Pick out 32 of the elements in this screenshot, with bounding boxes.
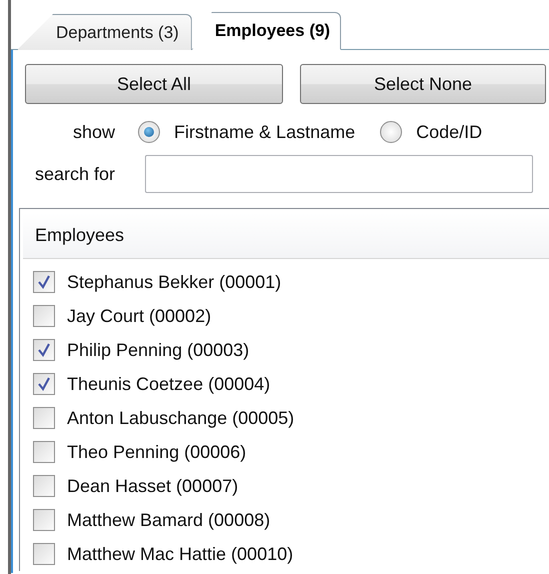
radio-label[interactable]: Firstname & Lastname <box>174 122 356 142</box>
checkbox[interactable] <box>33 509 55 531</box>
tick-icon <box>37 343 51 357</box>
radio-button[interactable] <box>138 121 160 143</box>
checkbox[interactable] <box>33 441 55 463</box>
tick-icon <box>37 377 51 391</box>
employee-label: Theunis Coetzee (00004) <box>67 374 270 394</box>
tick-icon <box>37 275 51 289</box>
checkbox[interactable] <box>33 407 55 429</box>
search-label: search for <box>34 164 116 184</box>
employee-label: Philip Penning (00003) <box>67 340 250 360</box>
employee-label: Stephanus Bekker (00001) <box>67 272 282 292</box>
employee-label: Matthew Bamard (00008) <box>67 510 270 530</box>
checkbox[interactable] <box>33 271 55 293</box>
checkbox[interactable] <box>33 373 55 395</box>
checkbox[interactable] <box>33 339 55 361</box>
checkbox[interactable] <box>33 305 55 327</box>
select-button[interactable]: Select All <box>25 64 283 104</box>
search-field[interactable] <box>145 155 533 193</box>
employee-label: Dean Hasset (00007) <box>67 476 238 496</box>
employee-label: Matthew Mac Hattie (00010) <box>67 544 294 564</box>
radio-button[interactable] <box>380 121 402 143</box>
employee-label: Jay Court (00002) <box>67 306 212 326</box>
show-label: show <box>73 122 116 142</box>
tab[interactable]: Departments (3) <box>17 14 192 50</box>
employee-label: Anton Labuschange (00005) <box>67 408 294 428</box>
radio-label[interactable]: Code/ID <box>416 122 482 142</box>
employee-label: Theo Penning (00006) <box>67 442 246 462</box>
checkbox[interactable] <box>33 475 55 497</box>
checkbox[interactable] <box>33 543 55 565</box>
select-button[interactable]: Select None <box>300 64 546 104</box>
tab[interactable]: Employees (9) <box>192 12 342 50</box>
